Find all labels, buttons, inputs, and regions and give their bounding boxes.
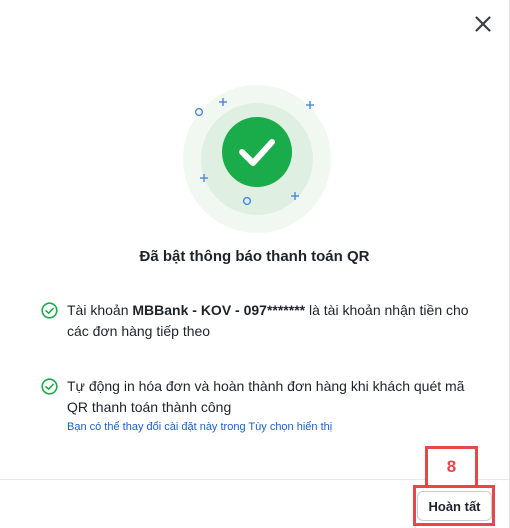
success-illustration [183, 85, 331, 233]
close-icon [475, 16, 491, 32]
dialog-title: Đã bật thông báo thanh toán QR [139, 248, 370, 265]
info-item-account: Tài khoản MBBank - KOV - 097******* là t… [41, 300, 469, 342]
finish-button[interactable]: Hoàn tất [417, 491, 492, 521]
auto-print-info: Tự động in hóa đơn và hoàn thành đơn hàn… [67, 376, 469, 436]
account-info-text: Tài khoản MBBank - KOV - 097******* là t… [67, 300, 469, 342]
check-circle-outline-icon [41, 302, 58, 319]
check-circle-icon [222, 117, 292, 187]
auto-print-text: Tự động in hóa đơn và hoàn thành đơn hàn… [67, 378, 465, 415]
info-item-auto-print: Tự động in hóa đơn và hoàn thành đơn hàn… [41, 376, 469, 436]
account-prefix: Tài khoản [67, 302, 133, 318]
close-button[interactable] [471, 12, 495, 36]
display-options-link[interactable]: Bạn có thể thay đổi cài đặt này trong Tù… [67, 418, 469, 436]
qr-notification-dialog: Đã bật thông báo thanh toán QR Tài khoản… [0, 0, 510, 528]
step-number-badge: 8 [425, 446, 478, 488]
check-circle-outline-icon [41, 378, 58, 395]
bank-account-name: MBBank - KOV - 097******* [132, 302, 306, 318]
